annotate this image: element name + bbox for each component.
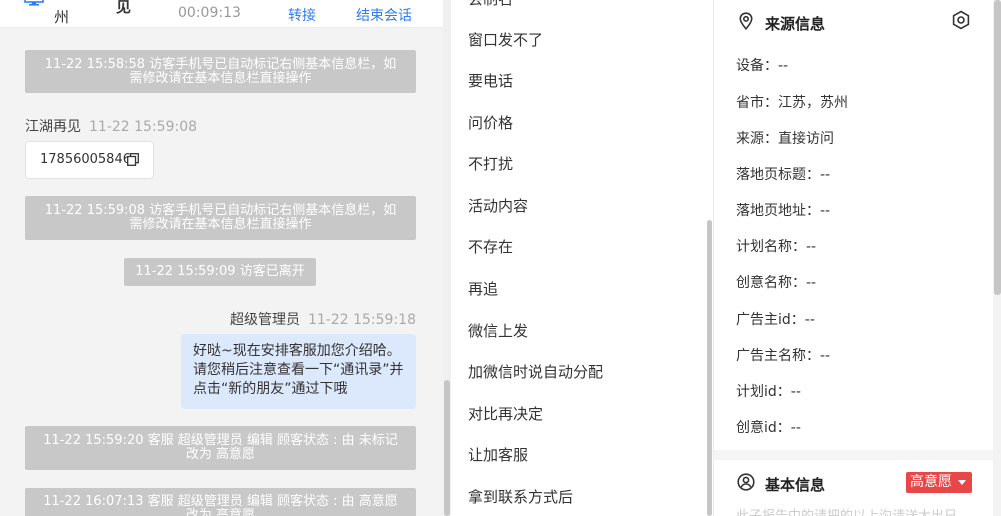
quick-reply-item[interactable]: 对比再决定 — [468, 403, 543, 424]
chat-panel: 州 见 00:09:13 转接 结束会话 11-22 15:58:58 访客手机… — [0, 0, 451, 516]
system-message: 11-22 15:59:09 访客已离开 — [124, 258, 316, 286]
info-row-plan-name: 计划名称：-- — [736, 239, 817, 255]
monitor-icon — [24, 0, 44, 6]
info-scrollbar-thumb[interactable] — [994, 0, 1001, 295]
agent-message-bubble: 好哒~现在安排客服加您介绍哈。请您稍后注意查看一下“通讯录”并点击“新的朋友”通… — [181, 334, 416, 409]
status-dropdown[interactable]: 高意愿 — [906, 472, 972, 493]
visitor-name: 见 — [116, 0, 132, 16]
quick-reply-item[interactable]: 活动内容 — [468, 195, 528, 216]
message-time: 11-22 15:59:08 — [89, 119, 198, 135]
visitor-message-bubble: 17856005846 — [25, 141, 154, 179]
visitor-location: 州 — [54, 8, 70, 26]
quick-reply-item[interactable]: 要电话 — [468, 70, 513, 91]
quick-reply-item[interactable]: 让加客服 — [468, 444, 528, 465]
location-pin-icon — [739, 12, 753, 30]
quick-reply-item[interactable]: 加微信时说自动分配 — [468, 361, 603, 382]
info-row-source: 来源：直接访问 — [736, 131, 834, 147]
system-message: 11-22 15:59:08 访客手机号已自动标记右侧基本信息栏，如需修改请在基… — [25, 196, 416, 240]
transfer-button[interactable]: 转接 — [288, 5, 316, 25]
visitor-sender: 江湖再见 11-22 15:59:08 — [25, 119, 198, 135]
quick-reply-item[interactable]: 会制名 — [468, 0, 513, 9]
info-row-landing-title: 落地页标题：-- — [736, 167, 831, 183]
basic-info-text: 此子报告中的请把的以上沟请送大出日 — [736, 505, 957, 516]
basic-info-title: 基本信息 — [765, 476, 826, 494]
system-message: 11-22 15:59:20 客服 超级管理员 编辑 顾客状态 : 由 未标记 … — [25, 426, 416, 470]
chat-header: 州 见 00:09:13 转接 结束会话 — [0, 0, 443, 28]
info-row-landing-url: 落地页地址：-- — [736, 203, 831, 219]
source-info-title: 来源信息 — [765, 15, 826, 33]
section-divider — [714, 450, 994, 460]
quick-reply-list: 会制名 窗口发不了 要电话 问价格 不打扰 活动内容 不存在 再追 微信上发 加… — [451, 0, 713, 516]
info-row-creative-name: 创意名称：-- — [736, 275, 817, 291]
copy-icon[interactable] — [127, 153, 139, 166]
system-message: 11-22 15:58:58 访客手机号已自动标记右侧基本信息栏，如需修改请在基… — [25, 50, 416, 93]
info-row-device: 设备：-- — [736, 58, 789, 74]
info-row-creative-id: 创意id：-- — [736, 420, 801, 436]
end-session-button[interactable]: 结束会话 — [356, 5, 412, 25]
phone-number: 17856005846 — [40, 152, 131, 167]
status-badge: 高意愿 — [910, 474, 952, 490]
system-message: 11-22 16:07:13 客服 超级管理员 编辑 顾客状态 : 由 高意愿 … — [25, 488, 416, 516]
quick-reply-item[interactable]: 问价格 — [468, 112, 513, 133]
quick-reply-item[interactable]: 微信上发 — [468, 320, 528, 341]
chat-scrollbar-thumb[interactable] — [444, 380, 450, 516]
info-row-advertiser-id: 广告主id：-- — [736, 312, 815, 328]
quick-reply-item[interactable]: 拿到联系方式后 — [468, 486, 573, 507]
caret-down-icon — [958, 480, 966, 485]
message-time: 11-22 15:59:18 — [307, 312, 416, 328]
quick-reply-scrollbar-thumb[interactable] — [707, 220, 712, 516]
info-panel: 来源信息 设备：-- 省市：江苏，苏州 来源：直接访问 落地页标题：-- 落地页… — [713, 0, 1001, 516]
quick-reply-item[interactable]: 不打扰 — [468, 153, 513, 174]
quick-reply-item[interactable]: 不存在 — [468, 236, 513, 257]
info-row-plan-id: 计划id：-- — [736, 384, 801, 400]
quick-reply-item[interactable]: 窗口发不了 — [468, 29, 543, 50]
info-row-advertiser-name: 广告主名称：-- — [736, 348, 831, 364]
info-row-province: 省市：江苏，苏州 — [736, 95, 848, 111]
gear-icon[interactable] — [951, 10, 971, 30]
quick-reply-item[interactable]: 再追 — [468, 278, 498, 299]
agent-sender: 超级管理员 11-22 15:59:18 — [229, 312, 416, 328]
user-circle-icon — [737, 473, 755, 491]
session-timer: 00:09:13 — [178, 5, 241, 21]
